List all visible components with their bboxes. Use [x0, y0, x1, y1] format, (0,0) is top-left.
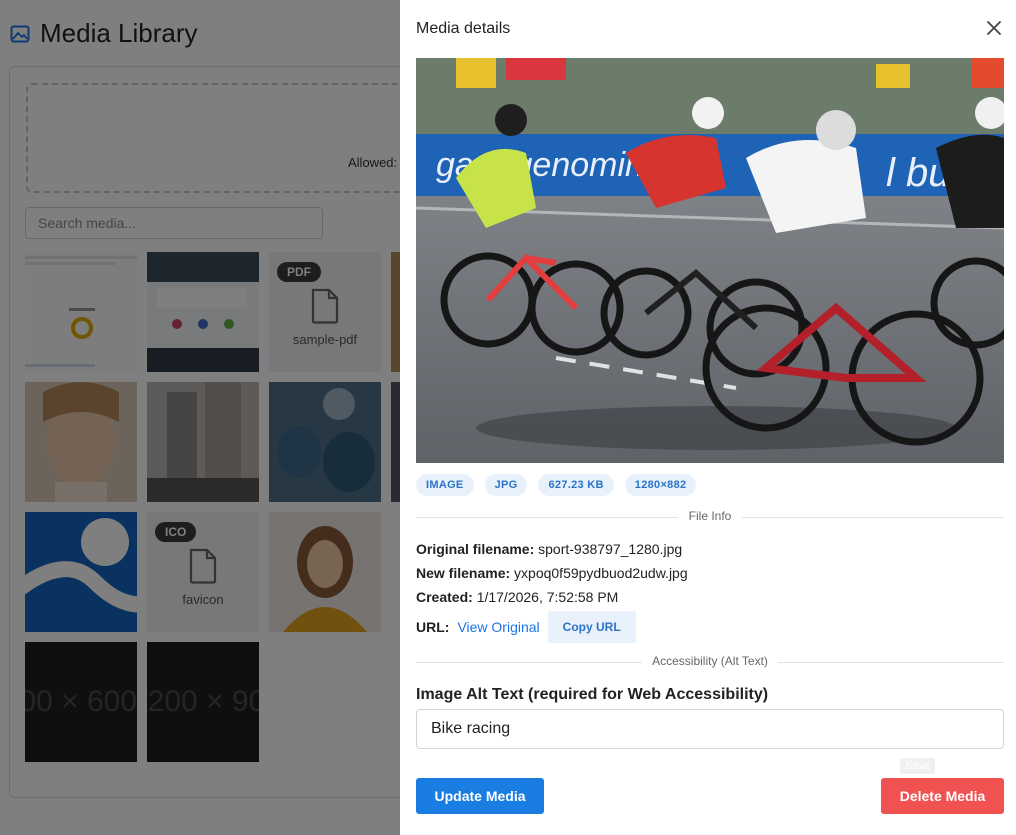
- accessibility-divider: Accessibility (Alt Text): [416, 654, 1004, 670]
- new-filename-value: yxpoq0f59pydbuod2udw.jpg: [514, 565, 688, 581]
- media-details-drawer: Media details gar ngenomins l bue IMAGE …: [400, 0, 1016, 835]
- update-media-button[interactable]: Update Media: [416, 778, 544, 814]
- size-chip: 627.23 KB: [538, 474, 614, 496]
- drawer-title: Media details: [416, 20, 511, 37]
- format-chip: JPG: [484, 474, 528, 496]
- type-chip: IMAGE: [416, 474, 474, 496]
- created-row: Created: 1/17/2026, 7:52:58 PM: [416, 589, 618, 605]
- created-label: Created:: [416, 589, 473, 605]
- url-row: URL: View Original Copy URL: [416, 611, 636, 643]
- copy-url-button[interactable]: Copy URL: [547, 611, 636, 643]
- created-value: 1/17/2026, 7:52:58 PM: [476, 589, 619, 605]
- alt-text-label: Image Alt Text (required for Web Accessi…: [416, 686, 769, 703]
- save-tooltip: Save: [900, 758, 936, 774]
- file-info-divider: File Info: [416, 509, 1004, 525]
- media-meta-chips: IMAGE JPG 627.23 KB 1280×882: [416, 474, 697, 496]
- original-filename-value: sport-938797_1280.jpg: [538, 541, 683, 557]
- close-icon: [987, 21, 1001, 35]
- close-button[interactable]: [982, 16, 1006, 40]
- new-filename-label: New filename:: [416, 565, 511, 581]
- accessibility-heading: Accessibility (Alt Text): [642, 654, 778, 668]
- original-filename-label: Original filename:: [416, 541, 535, 557]
- original-filename-row: Original filename: sport-938797_1280.jpg: [416, 541, 682, 557]
- view-original-link[interactable]: View Original: [457, 619, 539, 635]
- media-preview-image: gar ngenomins l bue: [416, 58, 1004, 463]
- file-info-heading: File Info: [678, 509, 742, 523]
- dimensions-chip: 1280×882: [624, 474, 697, 496]
- alt-text-input[interactable]: [416, 709, 1004, 749]
- url-label: URL:: [416, 619, 450, 635]
- delete-media-button[interactable]: Delete Media: [881, 778, 1004, 814]
- new-filename-row: New filename: yxpoq0f59pydbuod2udw.jpg: [416, 565, 688, 581]
- bike-race-photo: gar ngenomins l bue: [416, 58, 1004, 463]
